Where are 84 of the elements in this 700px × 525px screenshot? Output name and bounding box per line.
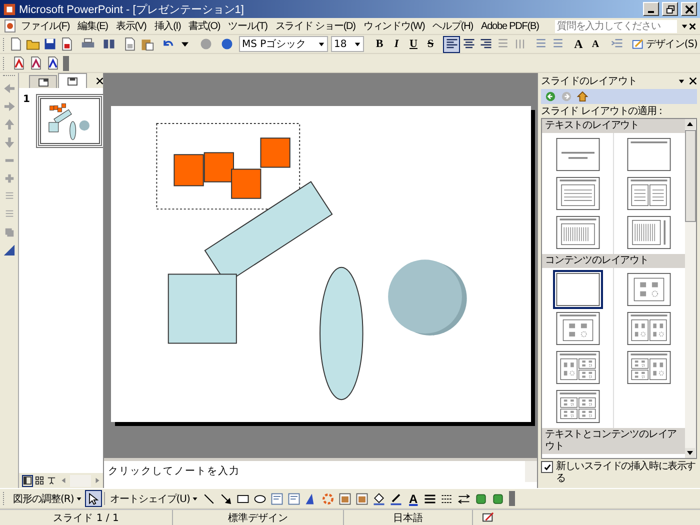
outline-tab[interactable] [29,75,58,88]
close-icon[interactable] [688,22,697,30]
slide-thumbnail[interactable] [36,94,104,148]
square-shape [230,168,261,199]
checkbox-label: 新しいスライドの挿入時に表示する [556,461,697,485]
font-size-button[interactable]: A [587,36,604,52]
caret-icon [192,496,198,502]
font-size-button[interactable]: A [570,36,587,52]
slides-tab[interactable] [58,73,86,88]
text-style-button[interactable]: U [405,36,422,52]
notes-area[interactable]: クリックしてノートを入力 [104,458,537,488]
dropdown-caret-icon[interactable] [678,78,685,84]
design-icon [632,38,644,50]
status-text: スライド 1 / 1 [0,510,173,525]
window-title: Microsoft PowerPoint - [プレゼンテーション1] [19,2,244,16]
toolbar-handle[interactable] [508,491,515,506]
spell-check-icon [482,512,494,523]
square-shape [260,138,290,168]
restore-icon [666,4,674,14]
caret-icon [318,40,325,48]
close-button[interactable] [681,2,697,16]
toolbar-handle[interactable] [63,56,69,70]
slides-icon [66,76,78,86]
menu-item[interactable]: ツール(T) [224,18,272,34]
section-header: テキストとコンテンツのレイアウト [542,428,685,454]
font-size-field[interactable]: 18 [331,36,364,52]
minimize-button[interactable] [643,2,659,16]
font-name-field[interactable]: MS Pゴシック [239,36,328,52]
scroll-up-icon[interactable] [685,119,695,129]
select-pointer-icon[interactable] [84,490,102,507]
autoshapes-menu-button[interactable]: オートシェイプ(U) [106,490,201,507]
menu-item[interactable]: ヘルプ(H) [428,18,478,34]
close-icon [684,4,694,14]
home-icon[interactable] [575,90,590,103]
text-style-button[interactable]: B [371,36,388,52]
status-text: 標準デザイン [173,510,344,525]
checkbox[interactable] [541,461,553,473]
normal-view-icon[interactable] [22,474,33,486]
help-search-field[interactable]: 質問を入力してください [555,20,677,32]
minimize-icon [648,10,654,12]
close-icon[interactable] [96,77,103,85]
slide-number: 1 [23,94,30,105]
task-pane-title: スライドのレイアウト [541,75,638,88]
text-style-button[interactable]: I [388,36,405,52]
toolbar-grip[interactable] [3,492,7,505]
text-style-button[interactable]: S [422,36,439,52]
layout-thumbnail[interactable] [552,270,603,309]
dropdown-caret-icon[interactable] [681,22,688,30]
scrollbar-track[interactable] [525,461,537,482]
restore-button[interactable] [662,2,678,16]
align-button[interactable] [443,36,460,52]
section-header: テキストのレイアウト [542,119,685,133]
notes-text: クリックしてノートを入力 [108,464,240,478]
draw-menu-button[interactable]: 図形の調整(R) [10,490,85,507]
menu-item[interactable]: 編集(E) [74,18,112,34]
document-icon [3,19,17,33]
apply-layout-label: スライド レイアウトの適用 : [541,104,663,118]
square-shape [167,274,236,344]
back-icon[interactable] [543,90,558,103]
menu-item[interactable]: Adobe PDF(B) [477,20,543,32]
menu-item[interactable]: ウィンドウ(W) [359,18,429,34]
close-icon[interactable] [689,77,697,85]
caret-icon [354,40,361,48]
scrollbar-thumb[interactable] [685,130,696,222]
menu-item[interactable]: 書式(O) [184,18,224,34]
scrollbar-track[interactable] [685,119,696,458]
slideshow-icon[interactable] [46,474,57,486]
menu-item[interactable]: 表示(V) [112,18,150,34]
design-button[interactable]: デザイン(S) [629,36,700,52]
toolbar-grip[interactable] [3,56,7,70]
menu-item[interactable]: スライド ショー(D) [271,18,360,34]
square-shape [203,152,234,182]
square-shape [173,154,204,186]
menu-item[interactable]: ファイル(F) [17,18,74,34]
caret-icon [76,496,82,502]
toolbar-grip[interactable] [3,75,15,78]
status-text: 日本語 [344,510,473,525]
app-icon [3,2,16,16]
outline-icon [38,78,49,86]
slide-sorter-icon[interactable] [34,474,45,486]
menu-item[interactable]: 挿入(I) [150,18,185,34]
section-header: コンテンツのレイアウト [542,254,685,268]
font-color-button[interactable]: A [404,490,422,507]
scroll-down-icon[interactable] [685,448,695,458]
